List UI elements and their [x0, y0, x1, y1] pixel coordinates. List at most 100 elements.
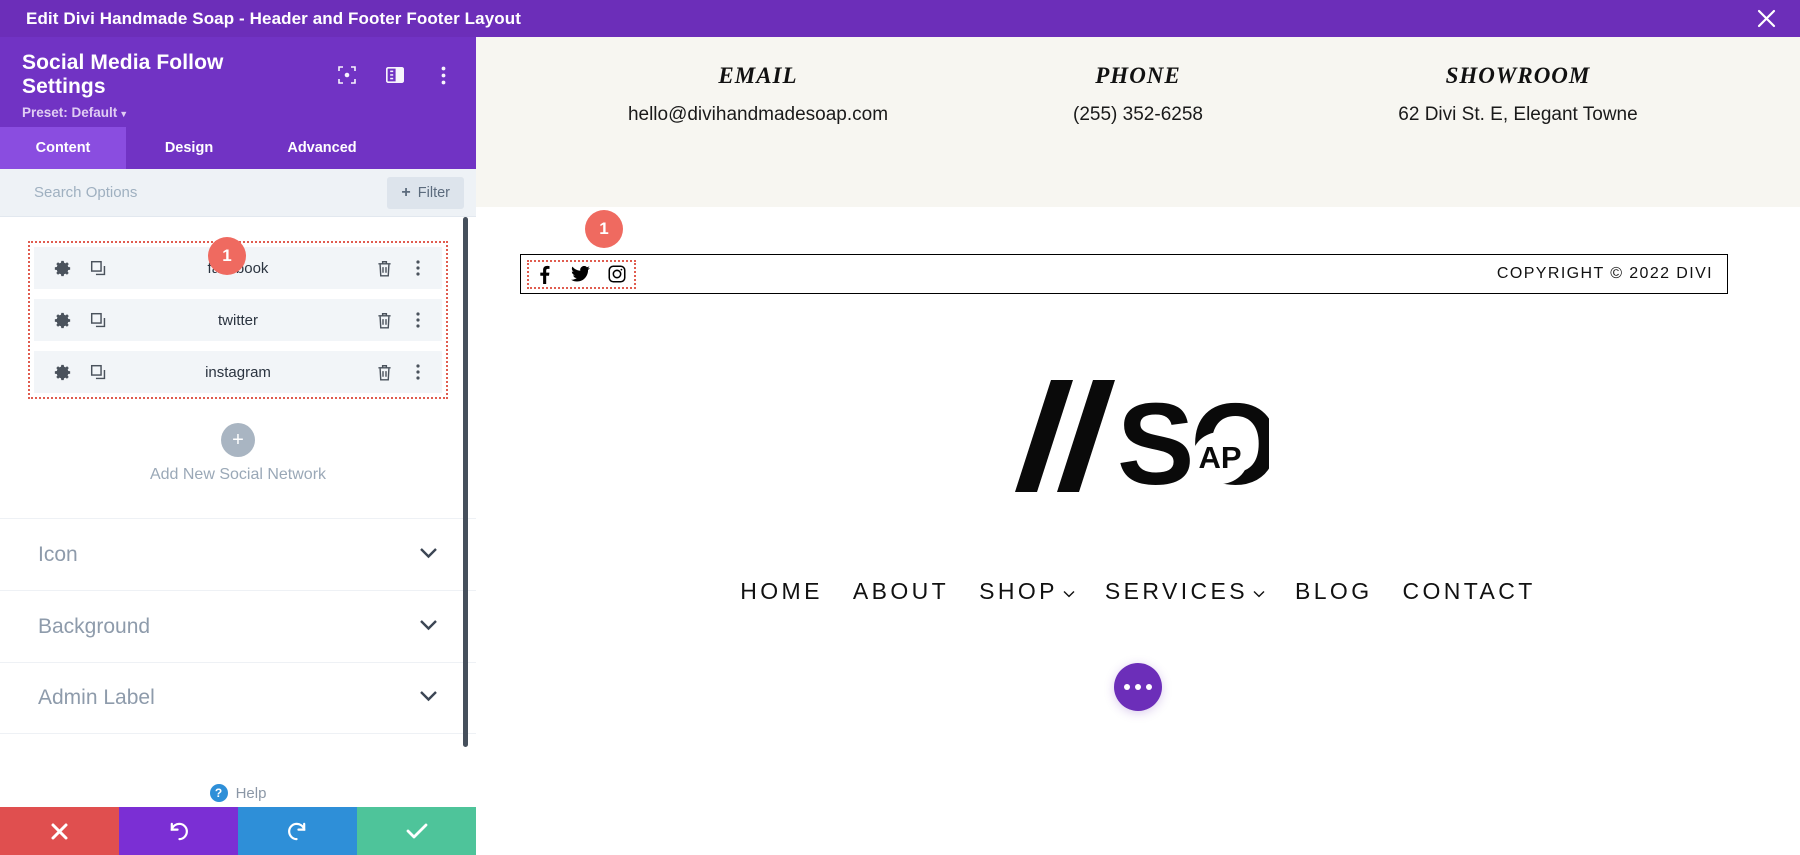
- site-logo: SO AP: [476, 372, 1800, 509]
- kebab-menu-icon[interactable]: [408, 362, 428, 382]
- contact-column-showroom: SHOWROOM 62 Divi St. E, Elegant Towne: [1328, 63, 1708, 126]
- layout-preview: EMAIL hello@divihandmadesoap.com PHONE (…: [476, 37, 1800, 855]
- panel-tabs: Content Design Advanced: [0, 127, 476, 169]
- gear-icon[interactable]: [52, 258, 72, 278]
- trash-icon[interactable]: [374, 258, 394, 278]
- toggle-sections: Icon Background Admin Label: [0, 518, 476, 734]
- contact-column-email: EMAIL hello@divihandmadesoap.com: [568, 63, 948, 126]
- dot: [1124, 684, 1130, 690]
- svg-text:SO: SO: [1117, 379, 1269, 500]
- kebab-menu-icon[interactable]: [432, 64, 454, 86]
- contact-column-phone: PHONE (255) 352-6258: [948, 63, 1328, 126]
- nav-item-about[interactable]: ABOUT: [853, 578, 949, 605]
- kebab-menu-icon[interactable]: [408, 258, 428, 278]
- panel-header: Social Media Follow Settings Preset: Def…: [0, 37, 476, 127]
- nav-item-shop[interactable]: SHOP: [979, 578, 1075, 605]
- facebook-icon[interactable]: [535, 265, 554, 284]
- svg-text:AP: AP: [1198, 440, 1241, 475]
- tab-design[interactable]: Design: [126, 127, 252, 169]
- gear-icon[interactable]: [52, 362, 72, 382]
- focus-icon[interactable]: [336, 64, 358, 86]
- instagram-icon[interactable]: [607, 265, 626, 284]
- chevron-down-icon: [1253, 587, 1265, 601]
- builder-fab-wrapper: [476, 663, 1800, 711]
- preset-selector[interactable]: Preset: Default ▼: [22, 105, 454, 120]
- gear-icon[interactable]: [52, 310, 72, 330]
- plus-icon: +: [401, 183, 411, 201]
- contact-title: PHONE: [1095, 63, 1181, 88]
- preset-label: Preset: Default: [22, 105, 118, 120]
- chevron-down-icon: ▼: [119, 109, 129, 119]
- step-badge-panel: 1: [208, 237, 246, 275]
- section-label: Icon: [38, 542, 78, 566]
- kebab-menu-icon[interactable]: [408, 310, 428, 330]
- table-row[interactable]: twitter: [34, 299, 442, 341]
- footer-bar-wrapper: 1 COPYRIGHT © 2022 DIVI: [520, 210, 1728, 294]
- close-icon[interactable]: [1754, 7, 1778, 31]
- step-badge-preview: 1: [585, 210, 623, 248]
- panel-scrollbar[interactable]: [463, 217, 468, 747]
- primary-navigation: HOME ABOUT SHOP SERVICES BLOG CONTACT: [476, 578, 1800, 605]
- save-button[interactable]: [357, 807, 476, 855]
- section-label: Admin Label: [38, 686, 155, 709]
- nav-label: BLOG: [1294, 578, 1373, 604]
- nav-label: HOME: [740, 578, 823, 604]
- twitter-icon[interactable]: [571, 265, 590, 284]
- window-titlebar: Edit Divi Handmade Soap - Header and Foo…: [0, 0, 1800, 37]
- section-label: Background: [38, 614, 151, 638]
- add-new-social-network-label: Add New Social Network: [149, 466, 327, 483]
- chevron-down-icon: [419, 546, 438, 564]
- add-new-social-network-button[interactable]: + Add New Social Network: [0, 423, 476, 484]
- panel-title: Social Media Follow Settings: [22, 51, 224, 98]
- redo-button[interactable]: [238, 807, 357, 855]
- table-row[interactable]: instagram: [34, 351, 442, 393]
- section-background[interactable]: Background: [0, 590, 476, 662]
- contact-value: (255) 352-6258: [1073, 104, 1203, 125]
- nav-label: ABOUT: [852, 578, 950, 604]
- tab-advanced[interactable]: Advanced: [252, 127, 392, 169]
- section-icon[interactable]: Icon: [0, 518, 476, 590]
- section-admin-label[interactable]: Admin Label: [0, 662, 476, 734]
- layout-icon[interactable]: [384, 64, 406, 86]
- window-title: Edit Divi Handmade Soap - Header and Foo…: [26, 8, 521, 28]
- search-input[interactable]: [34, 184, 388, 201]
- trash-icon[interactable]: [374, 362, 394, 382]
- nav-item-home[interactable]: HOME: [740, 578, 823, 605]
- duplicate-icon[interactable]: [88, 310, 108, 330]
- nav-label: CONTACT: [1402, 578, 1536, 604]
- contact-title: EMAIL: [718, 63, 798, 88]
- undo-button[interactable]: [119, 807, 238, 855]
- footer-row[interactable]: COPYRIGHT © 2022 DIVI: [520, 254, 1728, 294]
- panel-footer-actions: [0, 807, 476, 855]
- cancel-button[interactable]: [0, 807, 119, 855]
- module-settings-panel: Social Media Follow Settings Preset: Def…: [0, 37, 476, 855]
- nav-item-blog[interactable]: BLOG: [1295, 578, 1373, 605]
- panel-body: facebook: [0, 217, 476, 813]
- contact-title: SHOWROOM: [1445, 63, 1591, 88]
- contact-value: 62 Divi St. E, Elegant Towne: [1398, 104, 1638, 125]
- trash-icon[interactable]: [374, 310, 394, 330]
- filter-button-label: Filter: [417, 184, 450, 201]
- divi-builder-window: Edit Divi Handmade Soap - Header and Foo…: [0, 0, 1800, 855]
- duplicate-icon[interactable]: [88, 258, 108, 278]
- nav-item-contact[interactable]: CONTACT: [1403, 578, 1536, 605]
- dot: [1146, 684, 1152, 690]
- contact-value: hello@divihandmadesoap.com: [627, 104, 889, 125]
- chevron-down-icon: [419, 689, 438, 707]
- nav-label: SERVICES: [1104, 578, 1248, 604]
- question-mark-icon: ?: [209, 784, 228, 802]
- duplicate-icon[interactable]: [88, 362, 108, 382]
- search-row: + Filter: [0, 169, 476, 217]
- dot: [1135, 684, 1141, 690]
- help-label: Help: [235, 784, 267, 802]
- contact-info-strip: EMAIL hello@divihandmadesoap.com PHONE (…: [476, 37, 1800, 207]
- chevron-down-icon: [1063, 587, 1075, 601]
- nav-item-services[interactable]: SERVICES: [1105, 578, 1265, 605]
- filter-button[interactable]: + Filter: [387, 176, 464, 209]
- copyright-text: COPYRIGHT © 2022 DIVI: [1496, 265, 1713, 282]
- social-media-follow-module[interactable]: [527, 259, 636, 289]
- ellipsis-icon[interactable]: [1114, 663, 1162, 711]
- tab-content[interactable]: Content: [0, 127, 126, 169]
- chevron-down-icon: [419, 618, 438, 636]
- nav-label: SHOP: [979, 578, 1058, 604]
